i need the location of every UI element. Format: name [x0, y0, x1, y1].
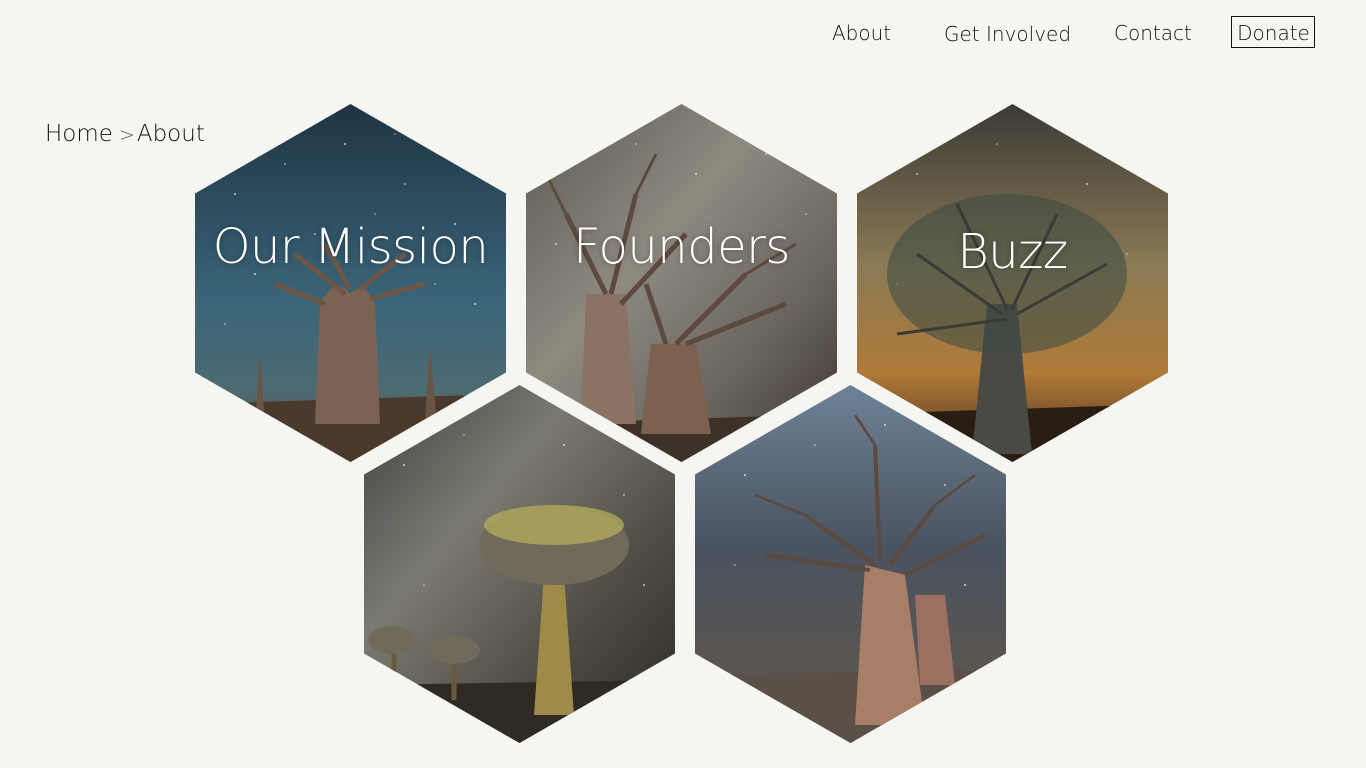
baobabs-milky-way-image — [526, 104, 837, 462]
tile-label: Founders — [573, 219, 790, 275]
breadcrumb-separator: > — [118, 124, 135, 146]
breadcrumb-home-link[interactable]: Home — [45, 121, 113, 147]
tile-label: Buzz — [957, 224, 1068, 280]
donate-button[interactable]: Donate — [1231, 16, 1315, 48]
tile-founders[interactable]: Founders — [526, 104, 837, 462]
tile-buzz[interactable]: Buzz — [857, 104, 1168, 462]
breadcrumb-current: About — [136, 121, 205, 147]
tile-baobab-night[interactable] — [695, 385, 1006, 743]
baobab-golden-sky-image — [857, 104, 1168, 462]
nav-contact-link[interactable]: Contact — [1114, 16, 1192, 50]
baobab-night-sky-image — [695, 385, 1006, 743]
breadcrumb: Home >About — [45, 118, 205, 150]
quiver-tree-milky-way-image — [364, 385, 675, 743]
tile-quiver-tree[interactable] — [364, 385, 675, 743]
nav-get-involved-link[interactable]: Get Involved — [944, 17, 1071, 51]
tile-label: Our Mission — [212, 219, 489, 275]
nav-about-link[interactable]: About — [832, 16, 891, 50]
tile-our-mission[interactable]: Our Mission — [195, 104, 506, 462]
baobab-starry-night-image — [195, 104, 506, 462]
